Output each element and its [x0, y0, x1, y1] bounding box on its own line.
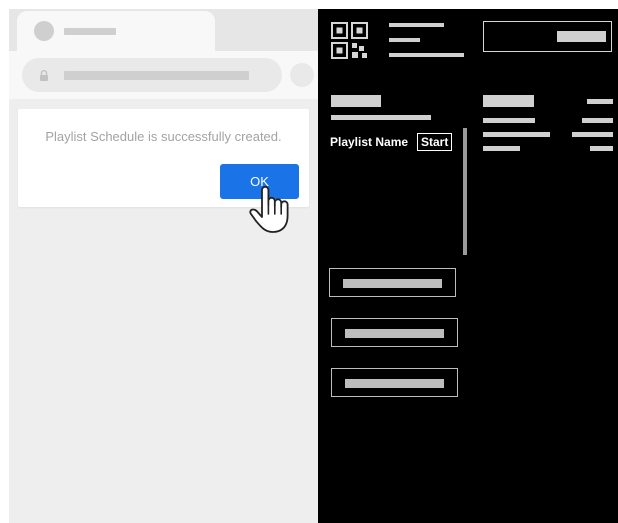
section-title-placeholder: [483, 95, 534, 107]
panel-button-label-placeholder: [343, 279, 442, 288]
section-subtitle-placeholder: [331, 115, 431, 120]
playlist-scrollbar[interactable]: [463, 128, 467, 255]
tab-strip: [9, 9, 318, 51]
browser-window: Playlist Schedule is successfully create…: [9, 9, 318, 523]
panel-button-label-placeholder: [345, 329, 444, 338]
browser-tab[interactable]: [17, 11, 215, 51]
header-line-placeholder: [389, 53, 464, 57]
column-line-placeholder: [587, 99, 613, 104]
section-title-placeholder: [331, 95, 381, 107]
address-bar[interactable]: [22, 58, 282, 92]
header-button[interactable]: [483, 21, 612, 52]
column-line-placeholder: [590, 146, 613, 151]
url-placeholder: [64, 71, 249, 80]
playlist-name-label: Playlist Name: [330, 135, 409, 149]
browser-menu-button[interactable]: [290, 63, 314, 87]
column-line-placeholder: [483, 118, 535, 123]
qr-code-icon: [331, 22, 368, 59]
panel-button-3[interactable]: [331, 368, 458, 397]
panel-button-label-placeholder: [345, 379, 444, 388]
panel-button-1[interactable]: [329, 268, 456, 297]
header-line-placeholder: [389, 23, 444, 27]
device-panel: Playlist Name Start: [318, 9, 618, 523]
column-line-placeholder: [483, 132, 550, 137]
column-line-placeholder: [572, 132, 613, 137]
header-button-label-placeholder: [557, 31, 606, 42]
success-dialog: Playlist Schedule is successfully create…: [18, 109, 309, 233]
start-button[interactable]: Start: [417, 133, 453, 151]
lock-icon: [40, 70, 48, 81]
browser-toolbar: [9, 51, 318, 99]
header-line-placeholder: [389, 38, 420, 42]
dialog-message: Playlist Schedule is successfully create…: [45, 129, 282, 144]
tab-title-placeholder: [64, 28, 116, 35]
tab-favicon: [34, 21, 54, 41]
hand-cursor-icon: [249, 185, 289, 233]
column-line-placeholder: [483, 146, 520, 151]
column-line-placeholder: [582, 118, 613, 123]
panel-button-2[interactable]: [331, 318, 458, 347]
